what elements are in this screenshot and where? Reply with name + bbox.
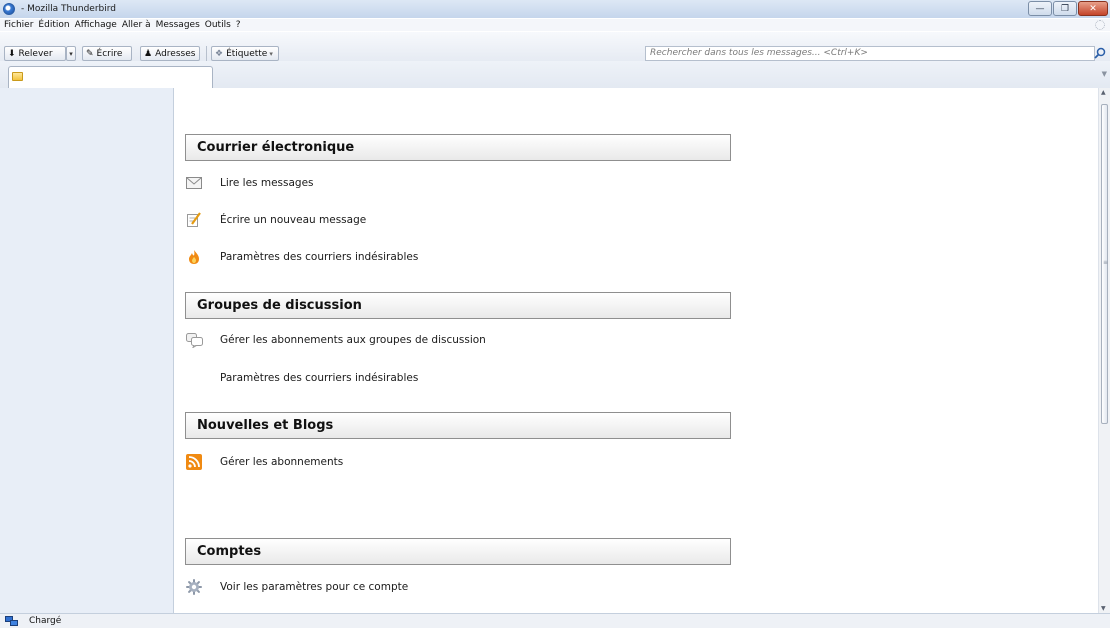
close-button[interactable]: ✕ bbox=[1078, 1, 1108, 16]
minimize-button[interactable]: — bbox=[1028, 1, 1052, 16]
action-write-message[interactable]: Écrire un nouveau message bbox=[185, 210, 366, 230]
tag-button[interactable]: ❖ Étiquette ▾ bbox=[211, 46, 279, 61]
tag-label: Étiquette bbox=[226, 48, 268, 59]
chevron-down-icon: ▾ bbox=[69, 49, 73, 58]
view-account-settings-label: Voir les paramètres pour ce compte bbox=[220, 581, 409, 593]
search-input[interactable]: Rechercher dans tous les messages... <Ct… bbox=[645, 46, 1095, 61]
envelope-icon bbox=[185, 175, 203, 191]
menu-outils[interactable]: Outils bbox=[205, 20, 231, 30]
toolbar-separator bbox=[206, 46, 207, 61]
folder-icon bbox=[12, 72, 23, 81]
get-mail-label: Relever bbox=[18, 48, 53, 59]
action-newsgroup-junk-settings[interactable]: Paramètres des courriers indésirables bbox=[185, 368, 418, 388]
chevron-down-icon[interactable]: ▼ bbox=[1102, 70, 1107, 78]
activity-throbber-icon bbox=[1095, 20, 1105, 30]
restore-icon: ❐ bbox=[1060, 3, 1070, 14]
menu-edition[interactable]: Édition bbox=[38, 20, 69, 30]
maximize-button[interactable]: ❐ bbox=[1053, 1, 1077, 16]
tab-account-central[interactable] bbox=[8, 66, 213, 88]
get-mail-button[interactable]: ⬇ Relever bbox=[4, 46, 66, 61]
menu-bar: Fichier Édition Affichage Aller à Messag… bbox=[0, 19, 1110, 31]
menu-aller-a[interactable]: Aller à bbox=[122, 20, 151, 30]
chevron-down-icon: ▾ bbox=[269, 49, 273, 58]
search-icon[interactable] bbox=[1094, 47, 1106, 59]
account-central-page: Courrier électronique Lire les messages … bbox=[174, 88, 1098, 613]
rss-feed-icon bbox=[185, 454, 203, 470]
section-header-email: Courrier électronique bbox=[185, 134, 731, 161]
gear-icon bbox=[185, 579, 203, 595]
get-mail-dropdown[interactable]: ▾ bbox=[66, 46, 76, 61]
email-junk-settings-label: Paramètres des courriers indésirables bbox=[220, 251, 419, 263]
action-email-junk-settings[interactable]: Paramètres des courriers indésirables bbox=[185, 247, 418, 267]
grip-icon: ≡ bbox=[1103, 259, 1109, 266]
status-bar: Chargé bbox=[0, 613, 1110, 628]
address-book-button[interactable]: ♟ Adresses bbox=[140, 46, 200, 61]
scrollbar-thumb[interactable]: ≡ bbox=[1101, 104, 1108, 424]
close-icon: ✕ bbox=[1089, 3, 1097, 14]
scroll-down-icon[interactable]: ▼ bbox=[1101, 605, 1106, 612]
compose-icon bbox=[185, 212, 203, 228]
menu-messages[interactable]: Messages bbox=[156, 20, 200, 30]
minimize-icon: — bbox=[1035, 3, 1045, 14]
content-scrollbar[interactable]: ▲ ≡ ▼ bbox=[1098, 88, 1110, 613]
action-view-account-settings[interactable]: Voir les paramètres pour ce compte bbox=[185, 577, 408, 597]
menu-fichier[interactable]: Fichier bbox=[4, 20, 33, 30]
action-read-messages[interactable]: Lire les messages bbox=[185, 173, 314, 193]
tag-icon: ❖ bbox=[215, 48, 224, 59]
tab-strip: ▼ bbox=[0, 61, 1110, 89]
action-manage-feed-subscriptions[interactable]: Gérer les abonnements bbox=[185, 452, 343, 472]
thunderbird-logo-icon bbox=[3, 3, 15, 15]
main-toolbar: ⬇ Relever ▾ ✎ Écrire ♟ Adresses ❖ Étique… bbox=[0, 32, 1110, 61]
section-header-newsgroups: Groupes de discussion bbox=[185, 292, 731, 319]
address-book-label: Adresses bbox=[155, 48, 196, 59]
section-header-feeds: Nouvelles et Blogs bbox=[185, 412, 731, 439]
window-controls: — ❐ ✕ bbox=[1028, 1, 1108, 16]
speech-bubbles-icon bbox=[185, 332, 203, 348]
read-messages-label: Lire les messages bbox=[220, 177, 314, 189]
manage-feed-subscriptions-label: Gérer les abonnements bbox=[220, 456, 344, 468]
contacts-icon: ♟ bbox=[144, 48, 153, 59]
write-label: Écrire bbox=[96, 48, 123, 59]
folder-pane[interactable] bbox=[0, 88, 174, 613]
write-message-label: Écrire un nouveau message bbox=[220, 214, 367, 226]
title-bar: - Mozilla Thunderbird — ❐ ✕ bbox=[0, 0, 1110, 18]
menu-help[interactable]: ? bbox=[236, 20, 241, 30]
flame-icon bbox=[185, 249, 203, 265]
manage-newsgroup-subscriptions-label: Gérer les abonnements aux groupes de dis… bbox=[220, 334, 486, 346]
download-mail-icon: ⬇ bbox=[8, 48, 16, 59]
window-title: - Mozilla Thunderbird bbox=[21, 4, 117, 14]
thunderbird-window: - Mozilla Thunderbird — ❐ ✕ Fichier Édit… bbox=[0, 0, 1110, 628]
status-text: Chargé bbox=[29, 616, 62, 626]
newsgroup-junk-settings-label: Paramètres des courriers indésirables bbox=[220, 372, 419, 384]
online-status-icon[interactable] bbox=[5, 615, 18, 627]
scroll-up-icon[interactable]: ▲ bbox=[1101, 89, 1106, 96]
menu-affichage[interactable]: Affichage bbox=[75, 20, 117, 30]
pencil-icon: ✎ bbox=[86, 48, 94, 59]
action-manage-newsgroup-subscriptions[interactable]: Gérer les abonnements aux groupes de dis… bbox=[185, 330, 486, 350]
write-button[interactable]: ✎ Écrire bbox=[82, 46, 132, 61]
section-header-accounts: Comptes bbox=[185, 538, 731, 565]
